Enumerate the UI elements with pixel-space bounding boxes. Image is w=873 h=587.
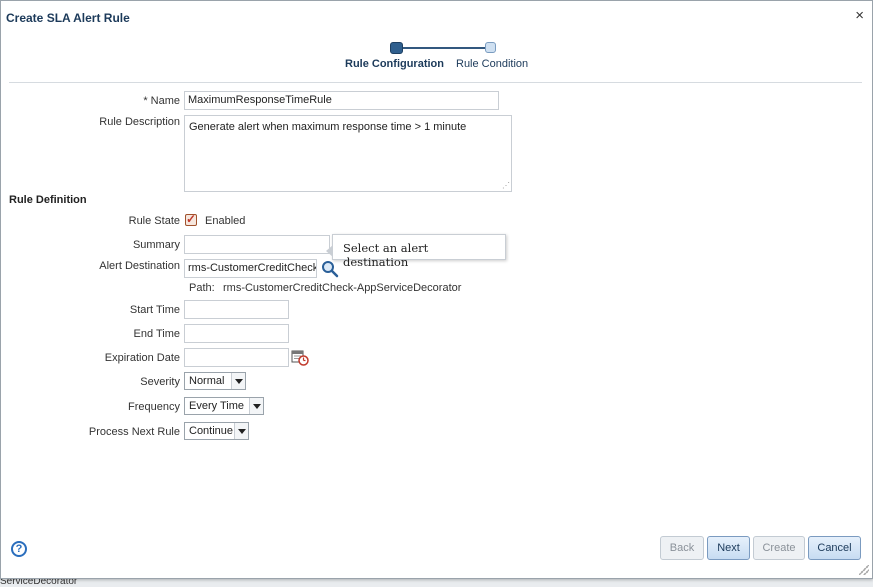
name-field[interactable]: MaximumResponseTimeRule [184, 91, 499, 110]
wizard-train: Rule Configuration Rule Condition [331, 41, 551, 75]
alert-destination-tooltip: Select an alert destination [326, 234, 506, 269]
severity-label: Severity [140, 376, 180, 388]
resize-grip-icon[interactable]: ⋰ [502, 182, 510, 190]
chevron-down-icon[interactable] [231, 373, 245, 389]
train-connector [403, 47, 485, 49]
calendar-icon[interactable] [291, 349, 309, 366]
rule-description-text: Generate alert when maximum response tim… [189, 121, 467, 133]
path-label: Path: [189, 282, 215, 294]
header-divider [9, 82, 862, 83]
chevron-down-icon[interactable] [234, 423, 248, 439]
dialog-titlebar: Create SLA Alert Rule × [1, 1, 872, 35]
back-button[interactable]: Back [660, 536, 704, 560]
train-stop-rule-condition[interactable] [485, 42, 496, 53]
help-icon[interactable]: ? [11, 541, 27, 557]
process-next-rule-select[interactable]: Continue [184, 422, 249, 440]
search-icon[interactable] [321, 260, 339, 278]
alert-destination-field[interactable]: rms-CustomerCreditCheck [184, 259, 317, 278]
rule-state-option-label: Enabled [205, 215, 246, 227]
path-value: rms-CustomerCreditCheck-AppServiceDecora… [223, 282, 462, 294]
process-next-rule-label: Process Next Rule [88, 426, 180, 438]
end-time-label: End Time [133, 328, 180, 340]
severity-value: Normal [189, 375, 225, 387]
alert-destination-label: Alert Destination [99, 260, 180, 272]
rule-description-label: Rule Description [99, 116, 180, 128]
rule-state-label: Rule State [128, 215, 180, 227]
expiration-date-field[interactable] [184, 348, 289, 367]
rule-description-field[interactable]: Generate alert when maximum response tim… [184, 115, 512, 192]
train-stop-rule-configuration[interactable] [390, 42, 403, 54]
next-button[interactable]: Next [707, 536, 750, 560]
rule-state-checkbox[interactable] [185, 212, 197, 226]
dialog-title: Create SLA Alert Rule [6, 11, 130, 25]
frequency-label: Frequency [128, 401, 180, 413]
summary-label: Summary [132, 239, 180, 251]
close-icon[interactable]: × [855, 8, 864, 24]
process-next-rule-value: Continue [189, 425, 234, 437]
rule-definition-heading: Rule Definition [9, 194, 87, 206]
summary-field[interactable] [184, 235, 330, 254]
create-sla-alert-rule-dialog: Create SLA Alert Rule × Rule Configurati… [0, 0, 873, 579]
start-time-label: Start Time [129, 304, 180, 316]
end-time-field[interactable] [184, 324, 289, 343]
chevron-down-icon[interactable] [249, 398, 263, 414]
cancel-button[interactable]: Cancel [808, 536, 861, 560]
train-label-rule-configuration[interactable]: Rule Configuration [345, 58, 444, 70]
frequency-select[interactable]: Every Time [184, 397, 264, 415]
create-button[interactable]: Create [753, 536, 805, 560]
severity-select[interactable]: Normal [184, 372, 246, 390]
frequency-value: Every Time [189, 400, 245, 412]
dialog-resize-handle[interactable] [859, 565, 869, 575]
train-label-rule-condition[interactable]: Rule Condition [456, 58, 528, 70]
name-label: * Name [143, 95, 180, 107]
expiration-date-label: Expiration Date [104, 352, 180, 364]
start-time-field[interactable] [184, 300, 289, 319]
